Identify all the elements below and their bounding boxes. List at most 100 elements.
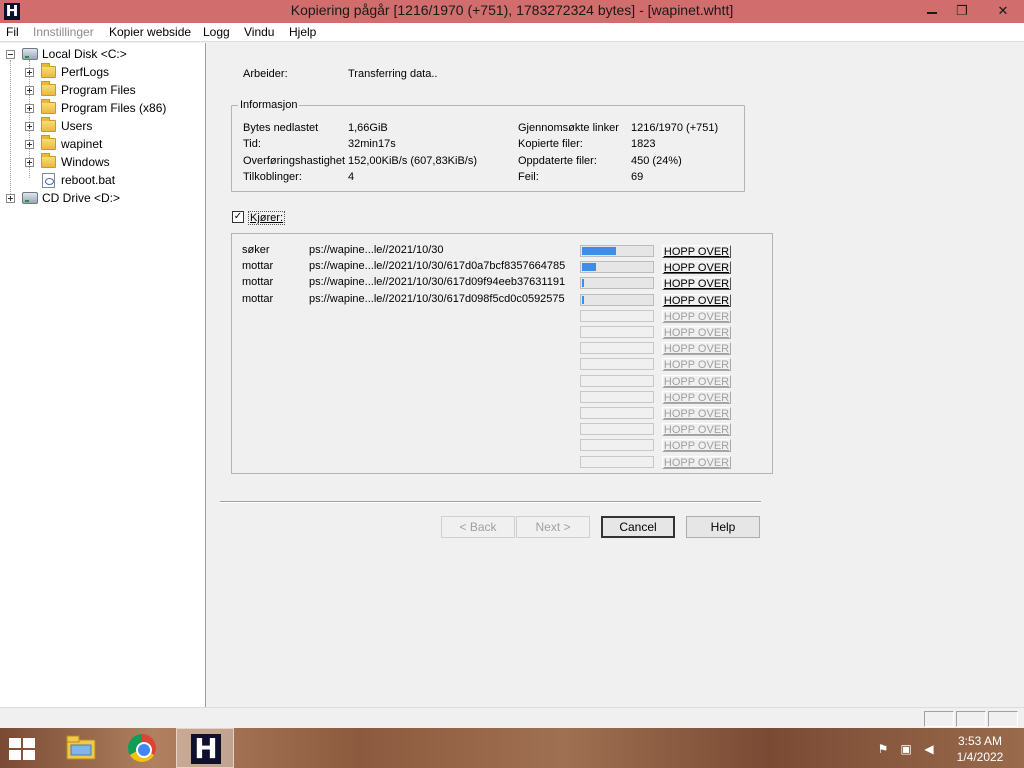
folder-icon: [41, 135, 56, 150]
skip-button[interactable]: HOPP OVER: [662, 455, 731, 469]
skip-button[interactable]: HOPP OVER: [662, 374, 731, 388]
httrack-taskbar-button[interactable]: H: [176, 728, 234, 768]
folder-icon: [41, 63, 56, 78]
clock-time: 3:53 AM: [957, 734, 1003, 748]
tree-item-perflogs[interactable]: PerfLogs: [0, 63, 206, 81]
progress-fill: [582, 263, 596, 272]
tree-item-local-disk[interactable]: Local Disk <C:>: [0, 45, 206, 63]
tree-item-wapinet[interactable]: wapinet: [0, 135, 206, 153]
tree-label: reboot.bat: [61, 173, 116, 187]
folder-icon: [41, 99, 56, 114]
minimize-button[interactable]: [918, 2, 946, 20]
title-bar: H Kopiering pågår [1216/1970 (+751), 178…: [0, 0, 1024, 23]
tree-item-reboot-bat[interactable]: reboot.bat: [0, 171, 206, 189]
chrome-icon[interactable]: [128, 734, 156, 762]
tree-item-program-files-x86[interactable]: Program Files (x86): [0, 99, 206, 117]
skip-button[interactable]: HOPP OVER: [662, 342, 731, 356]
transfer-progress-bar: [580, 439, 654, 452]
cd-drive-icon: [22, 192, 38, 204]
menu-vindu[interactable]: Vindu: [244, 25, 274, 39]
tree-item-users[interactable]: Users: [0, 117, 206, 135]
hard-drive-icon: [22, 48, 38, 60]
status-pane: [924, 711, 954, 727]
skip-button[interactable]: HOPP OVER: [662, 261, 731, 275]
tree-label: Windows: [61, 155, 110, 169]
info-label: Oppdaterte filer:: [518, 155, 597, 167]
close-button[interactable]: ✕: [986, 2, 1020, 20]
tree-label: CD Drive <D:>: [42, 191, 121, 205]
cancel-button[interactable]: Cancel: [601, 516, 675, 538]
info-value: 152,00KiB/s (607,83KiB/s): [348, 155, 478, 167]
running-checkbox[interactable]: ✓: [232, 211, 244, 223]
info-value: 32min17s: [348, 138, 396, 150]
transfer-url: ps://wapine...le//2021/10/30/617d09f94ee…: [309, 276, 566, 289]
separator: [220, 501, 761, 503]
menu-logg[interactable]: Logg: [203, 25, 230, 39]
clock-date: 1/4/2022: [956, 750, 1004, 764]
skip-button[interactable]: HOPP OVER: [662, 407, 731, 420]
expand-icon[interactable]: [25, 158, 34, 167]
transfer-progress-bar: [580, 309, 654, 322]
worker-label: Arbeider:: [243, 68, 288, 80]
tree-label: Program Files (x86): [61, 101, 167, 115]
back-button[interactable]: < Back: [441, 516, 515, 538]
windows-start-icon[interactable]: [9, 738, 37, 760]
skip-button[interactable]: HOPP OVER: [662, 277, 731, 291]
collapse-icon[interactable]: [6, 50, 15, 59]
menu-kopier-webside[interactable]: Kopier webside: [109, 25, 191, 39]
tree-item-program-files[interactable]: Program Files: [0, 81, 206, 99]
expand-icon[interactable]: [25, 104, 34, 113]
info-label: Kopierte filer:: [518, 138, 583, 150]
network-icon[interactable]: ▣: [899, 742, 913, 756]
transfer-progress-bar: [580, 423, 654, 436]
transfer-progress-bar: [580, 342, 654, 355]
expand-icon[interactable]: [25, 122, 34, 131]
info-label: Tid:: [243, 138, 261, 150]
next-button[interactable]: Next >: [516, 516, 590, 538]
help-button[interactable]: Help: [686, 516, 760, 538]
info-value: 450 (24%): [631, 155, 682, 167]
tree-label: Local Disk <C:>: [42, 47, 127, 61]
expand-icon[interactable]: [6, 194, 15, 203]
skip-button[interactable]: HOPP OVER: [662, 245, 731, 258]
folder-tree[interactable]: Local Disk <C:> PerfLogs Program Files P…: [0, 43, 206, 707]
info-value: 69: [631, 171, 644, 183]
folder-icon: [41, 117, 56, 132]
skip-button[interactable]: HOPP OVER: [662, 309, 731, 323]
information-title: Informasjon: [238, 99, 300, 111]
taskbar: H ⚑ ▣ ◀ 3:53 AM 1/4/2022: [0, 728, 1024, 768]
status-bar: [0, 707, 1024, 728]
volume-muted-icon[interactable]: ◀: [922, 742, 936, 756]
transfer-progress-bar: [580, 407, 654, 419]
file-explorer-icon[interactable]: [66, 734, 96, 760]
system-clock[interactable]: 3:53 AM 1/4/2022: [954, 733, 1006, 765]
menu-hjelp[interactable]: Hjelp: [289, 25, 316, 39]
info-label: Overføringshastighet: [243, 155, 346, 167]
restore-button[interactable]: ❐: [948, 2, 976, 20]
skip-button[interactable]: HOPP OVER: [662, 326, 731, 339]
transfer-status: mottar: [242, 292, 274, 305]
skip-button[interactable]: HOPP OVER: [662, 423, 731, 437]
menu-innstillinger[interactable]: Innstillinger: [33, 25, 94, 39]
info-label: Feil:: [518, 171, 539, 183]
folder-icon: [41, 153, 56, 168]
information-group: [231, 105, 745, 192]
tree-label: Program Files: [61, 83, 136, 97]
transfers-panel: søker ps://wapine...le//2021/10/30 HOPP OV…: [231, 233, 773, 474]
skip-button[interactable]: HOPP OVER: [662, 358, 731, 372]
menu-fil[interactable]: Fil: [6, 25, 19, 39]
skip-button[interactable]: HOPP OVER: [662, 390, 731, 404]
action-center-flag-icon[interactable]: ⚑: [876, 742, 890, 756]
window-title: Kopiering pågår [1216/1970 (+751), 17832…: [290, 2, 734, 18]
expand-icon[interactable]: [25, 68, 34, 77]
tree-item-windows[interactable]: Windows: [0, 153, 206, 171]
expand-icon[interactable]: [25, 86, 34, 95]
transfer-progress-bar: [580, 358, 654, 371]
running-label[interactable]: Kjører:: [248, 211, 285, 225]
tree-item-cd-drive[interactable]: CD Drive <D:>: [0, 189, 206, 207]
info-label: Gjennomsøkte linker: [518, 122, 619, 134]
expand-icon[interactable]: [25, 140, 34, 149]
skip-button[interactable]: HOPP OVER: [662, 293, 731, 307]
skip-button[interactable]: HOPP OVER: [662, 439, 731, 453]
info-value: 4: [348, 171, 355, 183]
